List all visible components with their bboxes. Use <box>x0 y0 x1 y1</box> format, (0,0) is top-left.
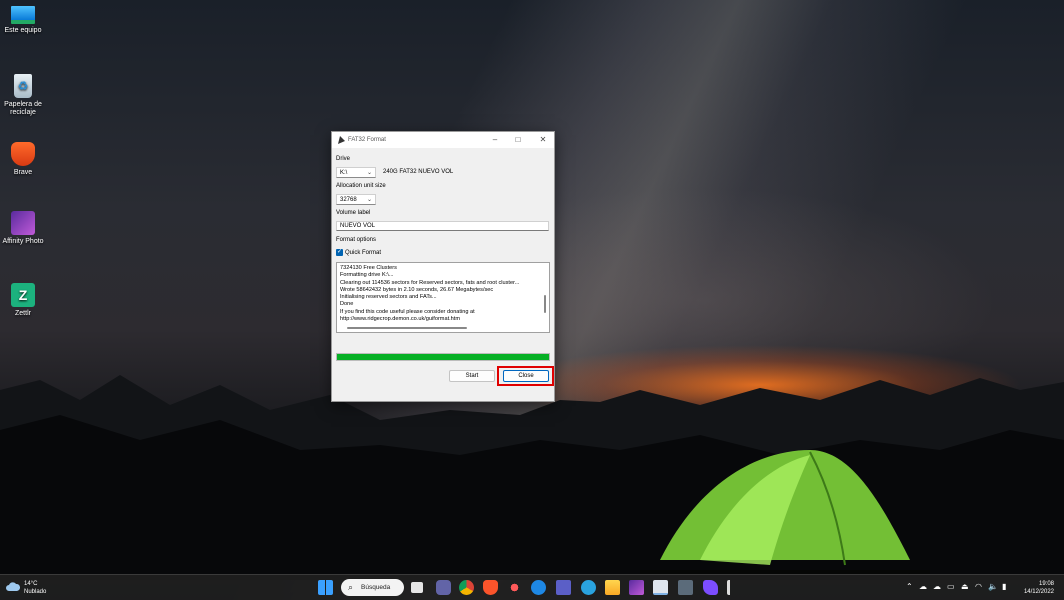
photos-icon[interactable] <box>507 580 522 595</box>
volume-label-input[interactable]: NUEVO VOL <box>336 221 549 231</box>
usb-drive-icon[interactable]: ⏏ <box>961 581 969 593</box>
affinity-photo-icon <box>11 211 35 235</box>
log-line: If you find this code useful please cons… <box>340 308 475 315</box>
drive-label: Drive <box>336 156 351 162</box>
green-tent <box>640 450 930 580</box>
weather-description: Nublado <box>24 589 47 595</box>
desktop-icon-affinity-photo[interactable]: Affinity Photo <box>0 211 46 246</box>
desktop-icon-brave[interactable]: Brave <box>0 142 46 177</box>
chrome-icon[interactable] <box>459 580 474 595</box>
brave-icon <box>11 142 35 166</box>
chevron-down-icon: ⌄ <box>366 197 372 203</box>
log-line: Wrote 58642432 bytes in 2.10 seconds, 26… <box>340 286 494 293</box>
chevron-up-icon[interactable]: ⌃ <box>906 581 913 593</box>
desktop-icon-zettlr[interactable]: Z Zettlr <box>0 283 46 318</box>
brave-taskbar-icon[interactable] <box>483 580 498 595</box>
cloud-sync-icon[interactable]: ☁ <box>933 581 941 593</box>
weather-temperature: 14°C <box>24 581 38 587</box>
obsidian-icon[interactable] <box>703 580 718 595</box>
quick-format-label: Quick Format <box>345 250 382 256</box>
file-explorer-icon[interactable] <box>605 580 620 595</box>
volume-label-value: NUEVO VOL <box>340 223 376 229</box>
log-line: Initialising reserved sectors and FATs..… <box>340 294 437 301</box>
wifi-icon[interactable]: ◠ <box>975 581 982 593</box>
format-options-label: Format options <box>336 237 377 243</box>
log-line: Done <box>340 301 354 308</box>
start-button[interactable]: Start <box>449 370 495 382</box>
dialog-title: FAT32 Format <box>348 137 386 143</box>
onedrive-app-icon[interactable] <box>531 580 546 595</box>
minimize-icon[interactable]: – <box>488 134 502 146</box>
desktop-icon-papelera[interactable]: ♻ Papelera de reciclaje <box>0 74 46 117</box>
search-box[interactable]: ⌕ Búsqueda <box>341 579 404 596</box>
onedrive-icon[interactable]: ☁ <box>919 581 927 593</box>
fat32-format-taskbar-icon[interactable] <box>653 580 668 595</box>
quick-format-checkbox[interactable]: ✓ <box>336 249 343 256</box>
fat32-format-dialog: FAT32 Format – □ ✕ Drive K:\ ⌄ 240G FAT3… <box>331 131 555 402</box>
zettlr-icon: Z <box>11 283 35 307</box>
allocation-unit-size-value: 32768 <box>340 197 357 203</box>
close-icon[interactable]: ✕ <box>536 134 550 146</box>
clock-date: 14/12/2022 <box>1023 589 1054 595</box>
log-line: Clearing out 114536 sectors for Reserved… <box>340 279 520 286</box>
recycle-bin-icon: ♻ <box>14 74 32 98</box>
search-label: Búsqueda <box>361 584 391 591</box>
format-progress-bar <box>336 353 550 361</box>
volume-label-label: Volume label <box>336 210 371 216</box>
clock[interactable]: 19:08 14/12/2022 <box>1024 580 1054 596</box>
desktop-icon-label: Papelera de reciclaje <box>4 101 42 116</box>
feather-app-icon <box>338 136 345 144</box>
desktop-icon-label: Affinity Photo <box>2 238 44 245</box>
desktop-icon-este-equipo[interactable]: Este equipo <box>0 6 46 35</box>
log-line: 7324130 Free Clusters <box>340 265 397 271</box>
format-log-textarea[interactable]: 7324130 Free Clusters Formatting drive K… <box>336 262 550 333</box>
affinity-taskbar-icon[interactable] <box>629 580 644 595</box>
desktop-icon-label: Este equipo <box>4 27 42 34</box>
taskbar: 14°C Nublado ⌕ Búsqueda ⌃ ☁ ☁ ▭ ⏏ ◠ 🔈 ▮ … <box>0 574 1064 600</box>
display-icon[interactable]: ▭ <box>947 581 955 593</box>
chevron-down-icon: ⌄ <box>366 170 372 176</box>
volume-icon[interactable]: 🔈 <box>988 581 998 593</box>
drive-select-value: K:\ <box>340 170 348 176</box>
chat-icon[interactable] <box>436 580 451 595</box>
maximize-icon[interactable]: □ <box>511 134 525 146</box>
monitor-icon <box>11 6 35 24</box>
windows-start-icon[interactable] <box>318 580 333 595</box>
desktop-icon-label: Zettlr <box>15 310 31 317</box>
vertical-scrollbar[interactable] <box>544 295 546 313</box>
search-icon: ⌕ <box>348 582 354 592</box>
telegram-icon[interactable] <box>581 580 596 595</box>
teams-icon[interactable] <box>556 580 571 595</box>
close-button-highlight <box>497 366 554 386</box>
log-line: Formatting drive K:\... <box>340 272 394 279</box>
desktop-icon-label: Brave <box>13 169 33 176</box>
allocation-unit-size-label: Allocation unit size <box>336 183 386 189</box>
progress-fill <box>337 354 549 360</box>
drive-select[interactable]: K:\ ⌄ <box>336 167 376 178</box>
battery-icon[interactable]: ▮ <box>1002 581 1006 593</box>
allocation-unit-size-select[interactable]: 32768 ⌄ <box>336 194 376 205</box>
calculator-icon[interactable] <box>678 580 693 595</box>
dialog-titlebar[interactable]: FAT32 Format – □ ✕ <box>332 132 554 148</box>
feather-taskbar-icon[interactable] <box>727 580 742 595</box>
task-view-icon[interactable] <box>411 582 423 593</box>
horizontal-scrollbar[interactable] <box>347 327 467 329</box>
drive-info-text: 240G FAT32 NUEVO VOL <box>383 169 454 175</box>
log-line: http://www.ridgecrop.demon.co.uk/guiform… <box>340 316 461 323</box>
cloud-icon <box>6 582 20 591</box>
clock-time: 19:08 <box>1038 581 1054 587</box>
